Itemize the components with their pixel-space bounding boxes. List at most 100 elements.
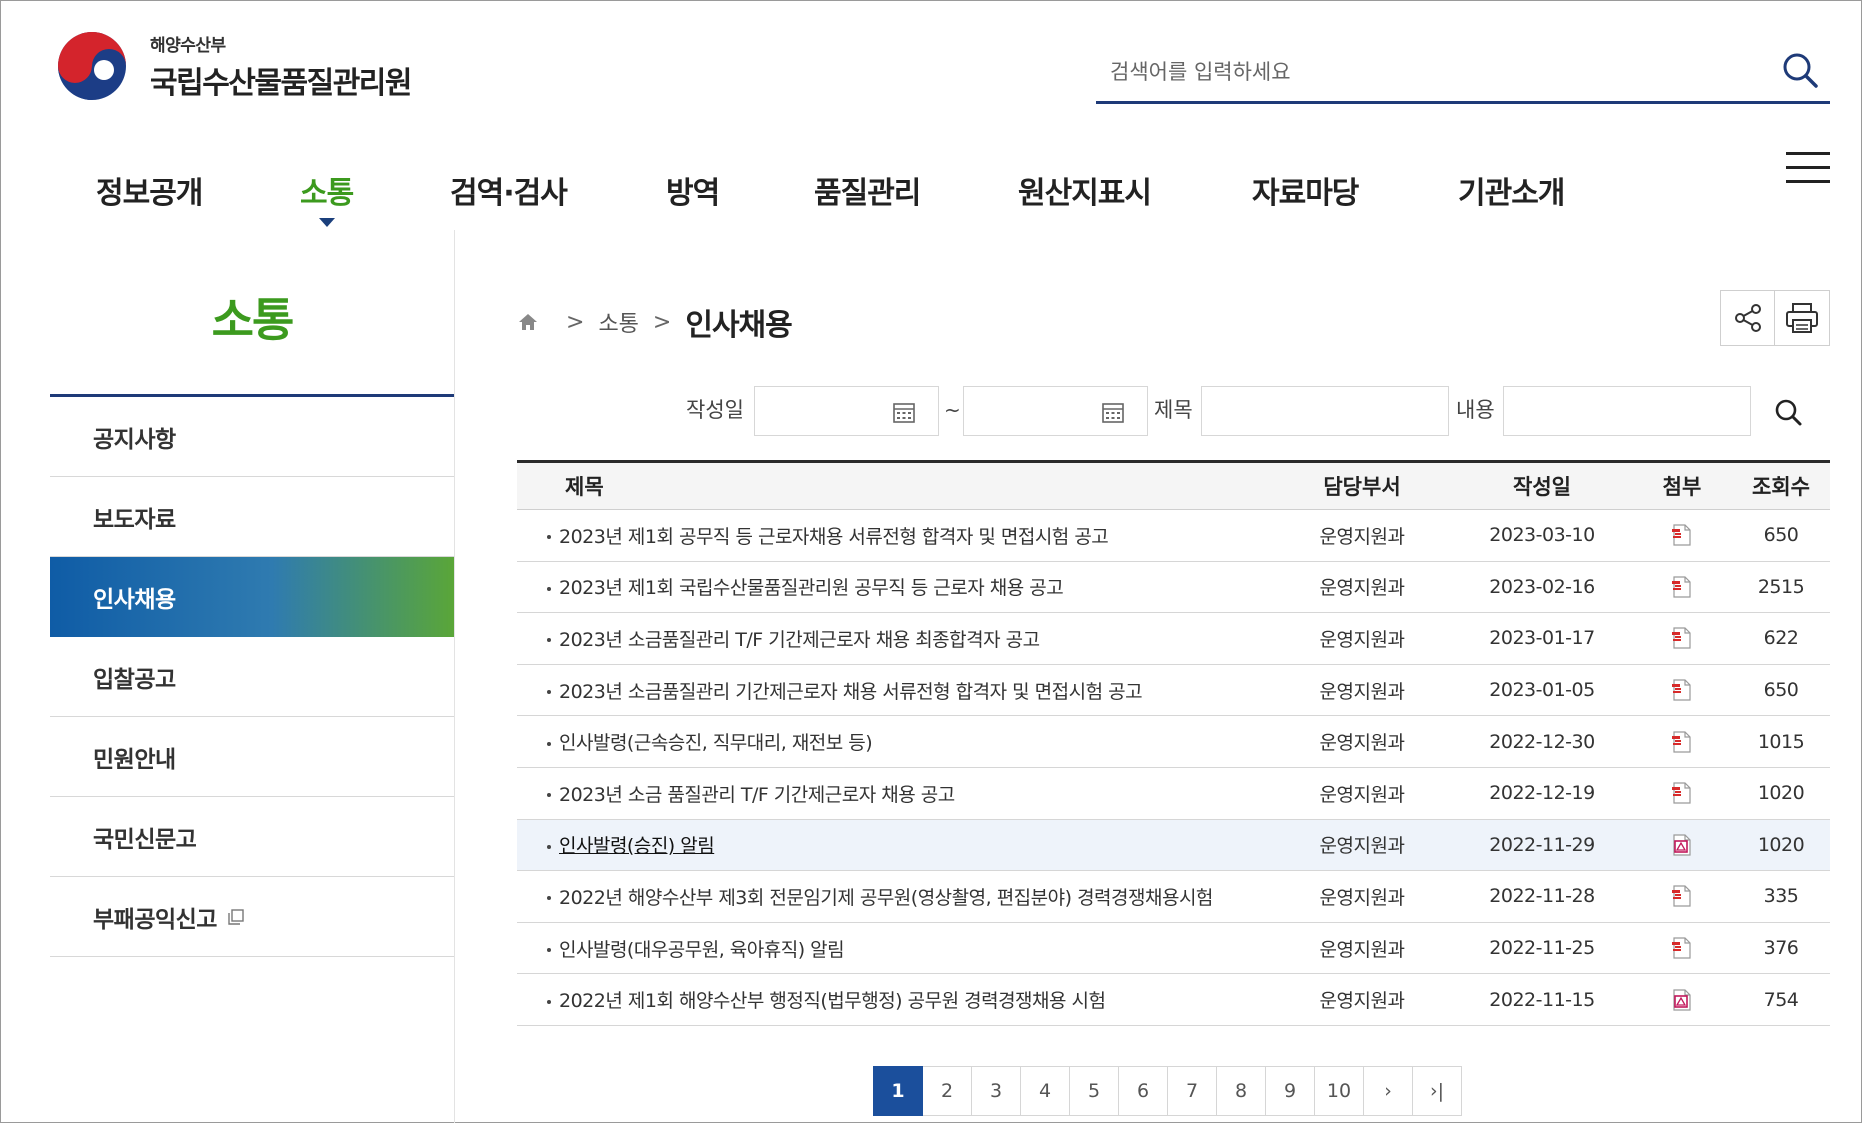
row-title-cell: 인사발령(승진) 알림 bbox=[517, 819, 1272, 872]
last-page-button[interactable]: ›| bbox=[1412, 1066, 1462, 1116]
sidebar-item-recruitment[interactable]: 인사채용 bbox=[50, 557, 454, 637]
page-button[interactable]: 7 bbox=[1167, 1066, 1217, 1116]
search-input[interactable] bbox=[1110, 50, 1750, 94]
post-title-link[interactable]: 2023년 소금품질관리 T/F 기간제근로자 채용 최종합격자 공고 bbox=[547, 629, 1040, 651]
gnb-item-origin-labeling[interactable]: 원산지표시 bbox=[1018, 168, 1152, 212]
hwp-file-icon[interactable] bbox=[1671, 626, 1693, 650]
post-title-link[interactable]: 인사발령(대우공무원, 육아휴직) 알림 bbox=[547, 939, 845, 961]
row-title-cell: 2023년 소금 품질관리 T/F 기간제근로자 채용 공고 bbox=[517, 767, 1272, 820]
sidebar-item-epeople[interactable]: 국민신문고 bbox=[50, 797, 454, 877]
hwp-file-icon[interactable] bbox=[1671, 730, 1693, 754]
page-button[interactable]: 3 bbox=[971, 1066, 1021, 1116]
post-title-link[interactable]: 2023년 제1회 공무직 등 근로자채용 서류전형 합격자 및 면접시험 공고 bbox=[547, 526, 1109, 548]
table-row[interactable]: 2022년 해양수산부 제3회 전문임기제 공무원(영상촬영, 편집분야) 경력… bbox=[517, 870, 1830, 923]
search-filter: 작성일 ~ 제목 내용 bbox=[0, 386, 1862, 438]
sidebar-item-whistleblowing[interactable]: 부패공익신고 bbox=[50, 877, 454, 957]
gnb-item-info-disclosure[interactable]: 정보공개 bbox=[96, 168, 203, 212]
table-row[interactable]: 인사발령(대우공무원, 육아휴직) 알림 운영지원과 2022-11-25 376 bbox=[517, 922, 1830, 975]
page-button[interactable]: 8 bbox=[1216, 1066, 1266, 1116]
logo-agency-name: 국립수산물품질관리원 bbox=[150, 65, 413, 101]
row-dept: 운영지원과 bbox=[1272, 922, 1452, 975]
row-attachment bbox=[1632, 767, 1732, 820]
row-attachment bbox=[1632, 819, 1732, 872]
bullet-icon bbox=[547, 741, 551, 746]
page-button[interactable]: 10 bbox=[1314, 1066, 1364, 1116]
sidebar-item-press[interactable]: 보도자료 bbox=[50, 477, 454, 557]
row-views: 1020 bbox=[1732, 819, 1830, 872]
search-icon bbox=[1783, 53, 1818, 88]
row-views: 1020 bbox=[1732, 767, 1830, 820]
post-title: 2022년 해양수산부 제3회 전문임기제 공무원(영상촬영, 편집분야) 경력… bbox=[559, 886, 1213, 909]
page-button[interactable]: 2 bbox=[922, 1066, 972, 1116]
post-title-link[interactable]: 인사발령(근속승진, 직무대리, 재전보 등) bbox=[547, 732, 873, 754]
hwp-file-icon[interactable] bbox=[1671, 936, 1693, 960]
print-button[interactable] bbox=[1775, 290, 1830, 346]
search-button[interactable] bbox=[1770, 40, 1830, 100]
pdf-file-icon[interactable] bbox=[1671, 833, 1693, 857]
sidebar-item-bids[interactable]: 입찰공고 bbox=[50, 637, 454, 717]
header-title: 제목 bbox=[517, 461, 1272, 510]
table-header-row: 제목 담당부서 작성일 첨부 조회수 bbox=[517, 461, 1830, 510]
sidebar-item-civil-service[interactable]: 민원안내 bbox=[50, 717, 454, 797]
table-row[interactable]: 2023년 소금품질관리 기간제근로자 채용 서류전형 합격자 및 면접시험 공… bbox=[517, 664, 1830, 717]
page-button[interactable]: 6 bbox=[1118, 1066, 1168, 1116]
pdf-file-icon[interactable] bbox=[1671, 988, 1693, 1012]
post-title-link[interactable]: 2022년 제1회 해양수산부 행정직(법무행정) 공무원 경력경쟁채용 시험 bbox=[547, 990, 1106, 1012]
chevron-right-icon: > bbox=[566, 309, 585, 335]
breadcrumb-parent[interactable]: 소통 bbox=[598, 306, 638, 338]
post-title-link[interactable]: 2023년 소금 품질관리 T/F 기간제근로자 채용 공고 bbox=[547, 784, 955, 806]
page-button[interactable]: 5 bbox=[1069, 1066, 1119, 1116]
bullet-icon bbox=[547, 586, 551, 591]
gnb-item-quarantine-inspection[interactable]: 검역·검사 bbox=[450, 168, 568, 212]
title-label: 제목 bbox=[1154, 398, 1193, 422]
all-menu-button[interactable] bbox=[1786, 152, 1830, 188]
post-title-link[interactable]: 2023년 제1회 국립수산물품질관리원 공무직 등 근로자 채용 공고 bbox=[547, 577, 1064, 599]
table-row[interactable]: 인사발령(근속승진, 직무대리, 재전보 등) 운영지원과 2022-12-30 10… bbox=[517, 715, 1830, 768]
row-attachment bbox=[1632, 870, 1732, 923]
table-row[interactable]: 2023년 제1회 공무직 등 근로자채용 서류전형 합격자 및 면접시험 공고… bbox=[517, 509, 1830, 562]
hwp-file-icon[interactable] bbox=[1671, 575, 1693, 599]
site-logo[interactable]: 해양수산부 국립수산물품질관리원 bbox=[52, 26, 413, 106]
share-icon bbox=[1734, 304, 1761, 332]
row-date: 2023-01-05 bbox=[1452, 664, 1632, 717]
hwp-file-icon[interactable] bbox=[1671, 884, 1693, 908]
hwp-file-icon[interactable] bbox=[1671, 523, 1693, 547]
table-row[interactable]: 2023년 제1회 국립수산물품질관리원 공무직 등 근로자 채용 공고 운영지원… bbox=[517, 561, 1830, 614]
share-button[interactable] bbox=[1720, 290, 1775, 346]
row-views: 376 bbox=[1732, 922, 1830, 975]
hamburger-line bbox=[1786, 166, 1830, 169]
table-row[interactable]: 2022년 제1회 해양수산부 행정직(법무행정) 공무원 경력경쟁채용 시험 운… bbox=[517, 973, 1830, 1026]
utility-buttons bbox=[1720, 290, 1830, 346]
post-title-link[interactable]: 2022년 해양수산부 제3회 전문임기제 공무원(영상촬영, 편집분야) 경력… bbox=[547, 887, 1213, 909]
post-title: 2023년 소금품질관리 T/F 기간제근로자 채용 최종합격자 공고 bbox=[559, 628, 1040, 651]
content-search-input[interactable] bbox=[1503, 386, 1751, 436]
gnb-item-disease-control[interactable]: 방역 bbox=[666, 168, 720, 212]
end-date-input[interactable] bbox=[963, 386, 1148, 436]
table-row[interactable]: 인사발령(승진) 알림 운영지원과 2022-11-29 1020 bbox=[517, 819, 1830, 872]
gnb-item-about[interactable]: 기관소개 bbox=[1458, 168, 1565, 212]
main-navigation: 정보공개 소통 검역·검사 방역 품질관리 원산지표시 자료마당 기관소개 bbox=[0, 160, 1862, 230]
post-title-link[interactable]: 2023년 소금품질관리 기간제근로자 채용 서류전형 합격자 및 면접시험 공… bbox=[547, 681, 1143, 703]
page-button[interactable]: 4 bbox=[1020, 1066, 1070, 1116]
home-icon[interactable] bbox=[516, 310, 540, 334]
hwp-file-icon[interactable] bbox=[1671, 678, 1693, 702]
post-title-link[interactable]: 인사발령(승진) 알림 bbox=[547, 835, 715, 857]
calendar-icon[interactable] bbox=[1101, 400, 1125, 424]
gnb-item-communication[interactable]: 소통 bbox=[300, 168, 354, 227]
hwp-file-icon[interactable] bbox=[1671, 781, 1693, 805]
page-button[interactable]: 1 bbox=[873, 1066, 923, 1116]
row-attachment bbox=[1632, 664, 1732, 717]
page-button[interactable]: 9 bbox=[1265, 1066, 1315, 1116]
date-label: 작성일 bbox=[686, 398, 744, 422]
gnb-item-quality-management[interactable]: 품질관리 bbox=[814, 168, 921, 212]
calendar-icon[interactable] bbox=[892, 400, 916, 424]
table-row[interactable]: 2023년 소금 품질관리 T/F 기간제근로자 채용 공고 운영지원과 2022-… bbox=[517, 767, 1830, 820]
gnb-item-resources[interactable]: 자료마당 bbox=[1252, 168, 1359, 212]
title-search-input[interactable] bbox=[1201, 386, 1449, 436]
next-page-button[interactable]: › bbox=[1363, 1066, 1413, 1116]
filter-search-button[interactable] bbox=[1770, 394, 1808, 432]
table-row[interactable]: 2023년 소금품질관리 T/F 기간제근로자 채용 최종합격자 공고 운영지원과… bbox=[517, 612, 1830, 665]
taegeuk-emblem-icon bbox=[58, 32, 126, 100]
row-views: 2515 bbox=[1732, 561, 1830, 614]
start-date-input[interactable] bbox=[754, 386, 939, 436]
